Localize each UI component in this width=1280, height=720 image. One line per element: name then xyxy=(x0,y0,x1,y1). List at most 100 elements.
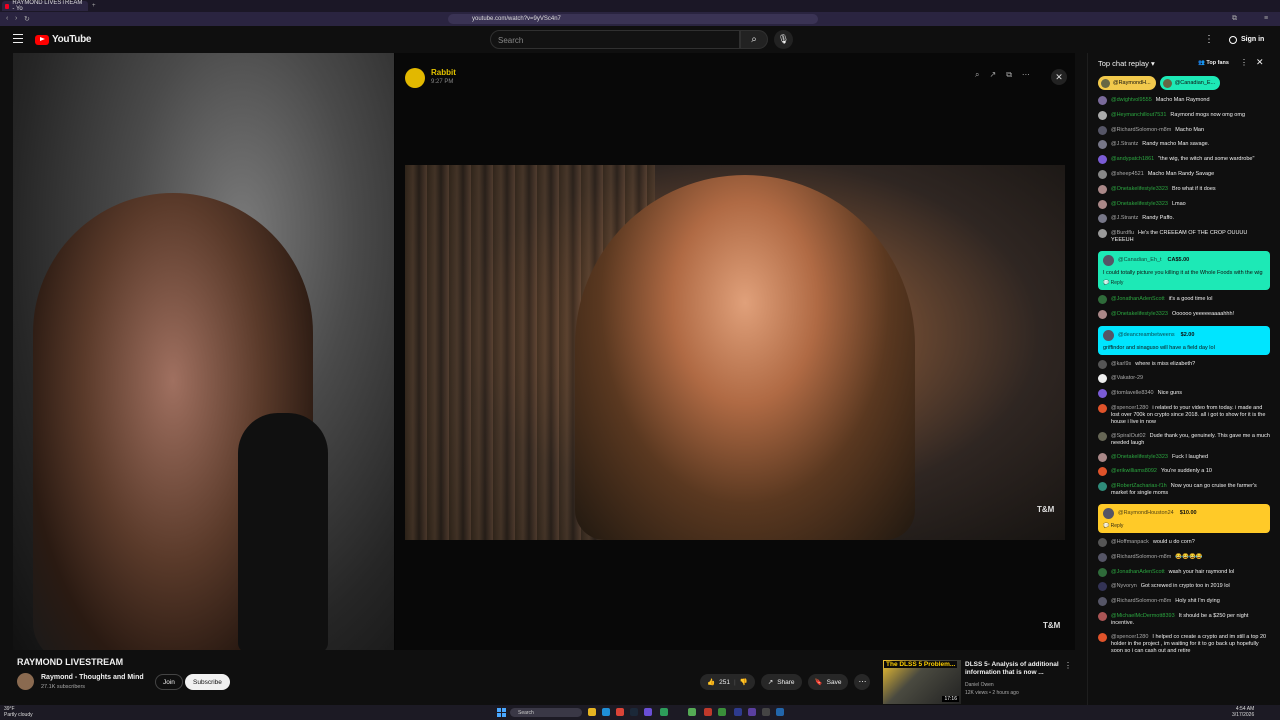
like-button[interactable]: 👍 251 | 👎 xyxy=(700,674,755,690)
windows-start-icon[interactable] xyxy=(497,708,506,717)
chat-message[interactable]: @J.Strantz Randy macho Man savage. xyxy=(1098,140,1270,150)
settings-menu-icon[interactable]: ⋮ xyxy=(1204,34,1214,45)
hamburger-menu-icon[interactable] xyxy=(13,34,23,43)
more-icon[interactable]: ⋯ xyxy=(1022,70,1030,80)
recommended-menu-icon[interactable]: ⋮ xyxy=(1064,661,1072,670)
search-button[interactable]: ⌕ xyxy=(740,30,768,49)
subscribe-button[interactable]: Subscribe xyxy=(185,674,230,690)
reply-button[interactable]: 💬 Reply xyxy=(1098,280,1270,290)
chat-message[interactable]: @spencer1280 I helped co create a crypto … xyxy=(1098,632,1270,655)
chat-author[interactable]: @RobertZacharias-f1h xyxy=(1111,483,1167,489)
taskbar-search[interactable]: Search xyxy=(510,708,582,717)
open-external-icon[interactable]: ⧉ xyxy=(1006,70,1012,80)
chat-message[interactable]: @erikwilliams8092 You're suddenly a 10 xyxy=(1098,467,1270,477)
pinned-user-chip[interactable]: @Canadian_E... xyxy=(1159,76,1221,90)
chat-message[interactable]: @Hoffmanpack would u do corn? xyxy=(1098,537,1270,547)
youtube-logo[interactable]: YouTube xyxy=(35,34,92,45)
chat-message[interactable]: @andypatch1861 "the wig, the witch and so… xyxy=(1098,155,1270,165)
chat-message[interactable]: @RichardSolomon-m8m Holy shit I'm dying xyxy=(1098,597,1270,607)
chat-mode-selector[interactable]: Top chat replay ▾ xyxy=(1098,59,1155,68)
chat-message[interactable]: @RobertZacharias-f1h Now you can go cruis… xyxy=(1098,482,1270,497)
chat-author[interactable]: @tomlavelle8340 xyxy=(1111,390,1154,396)
video-player[interactable]: Rabbit 9:27 PM ⌕ ↗ ⧉ ⋯ ✕ T&M T&M xyxy=(13,53,1075,650)
chat-author[interactable]: @J.Strantz xyxy=(1111,215,1138,221)
chat-author[interactable]: @JonathanAdenScott xyxy=(1111,296,1165,302)
chat-author[interactable]: @Vakator-29 xyxy=(1111,375,1143,381)
pinned-user-chip[interactable]: @RaymondH... xyxy=(1098,76,1156,90)
chat-message[interactable]: @Heymanchillout7531 Raymond mogs now omg … xyxy=(1098,110,1270,120)
app-icon[interactable] xyxy=(660,708,668,716)
recommended-channel[interactable]: Daniel Owen xyxy=(965,682,994,688)
chat-author[interactable]: @spencer1280 xyxy=(1111,634,1148,640)
close-icon[interactable]: ✕ xyxy=(1051,69,1067,85)
app-icon[interactable] xyxy=(776,708,784,716)
more-actions-icon[interactable]: ⋯ xyxy=(854,674,871,690)
back-icon[interactable]: ‹ xyxy=(6,15,8,22)
chat-author[interactable]: @RichardSolomon-m8m xyxy=(1111,598,1171,604)
app-icon[interactable] xyxy=(704,708,712,716)
zoom-icon[interactable]: ⌕ xyxy=(975,70,979,80)
chat-author[interactable]: @J.Strantz xyxy=(1111,141,1138,147)
thumbs-down-icon[interactable]: 👎 xyxy=(740,678,748,686)
chat-message[interactable]: @JonathanAdenScott wash your hair raymond… xyxy=(1098,567,1270,577)
chat-menu-icon[interactable]: ⋮ xyxy=(1240,58,1248,67)
chat-author[interactable]: @andypatch1861 xyxy=(1111,156,1154,162)
chat-author[interactable]: @Onetakelifestyle3323 xyxy=(1111,311,1168,317)
app-icon[interactable] xyxy=(644,708,652,716)
chat-message[interactable]: @Burdflu He's the CREEEAM OF THE CROP OUU… xyxy=(1098,229,1270,244)
chat-author[interactable]: @Onetakelifestyle3323 xyxy=(1111,201,1168,207)
chat-message[interactable]: @spencer1280 i related to your video from… xyxy=(1098,403,1270,426)
close-icon[interactable]: ✕ xyxy=(1256,57,1264,68)
chat-message[interactable]: @Onetakelifestyle3323 Lmao xyxy=(1098,199,1270,209)
save-button[interactable]: 🔖 Save xyxy=(807,674,849,690)
browser-tab[interactable]: RAYMOND LIVESTREAM - Yo xyxy=(2,0,88,12)
chat-message[interactable]: @Nyvoryn Got screwed in crypto too in 201… xyxy=(1098,582,1270,592)
channel-name[interactable]: Raymond - Thoughts and Mind xyxy=(41,674,144,681)
channel-avatar[interactable] xyxy=(17,673,34,690)
app-icon[interactable] xyxy=(748,708,756,716)
chat-message[interactable]: @dwightvol9555 Macho Man Raymond xyxy=(1098,96,1270,105)
superchat-author[interactable]: @RaymondHouston24 xyxy=(1118,510,1174,516)
superchat-author[interactable]: @deancreambetweens xyxy=(1118,332,1175,338)
share-button[interactable]: ↗ Share xyxy=(760,674,802,690)
sign-in-button[interactable]: Sign in xyxy=(1222,31,1271,48)
superchat-author[interactable]: @Canadian_Eh_t xyxy=(1118,257,1162,263)
chat-author[interactable]: @Hoffmanpack xyxy=(1111,539,1149,545)
join-button[interactable]: Join xyxy=(155,674,183,690)
chat-author[interactable]: @Nyvoryn xyxy=(1111,583,1137,589)
chrome-icon[interactable] xyxy=(616,708,624,716)
chat-author[interactable]: @Onetakelifestyle3323 xyxy=(1111,454,1168,460)
chat-message[interactable]: @MichaelMcDermott8393 It should be a $250… xyxy=(1098,611,1270,627)
search-input[interactable]: Search xyxy=(490,30,740,49)
top-fans-badge[interactable]: 👥 Top fans xyxy=(1198,60,1229,66)
chat-message[interactable]: @karl9s where is miss elizabeth? xyxy=(1098,359,1270,369)
edge-icon[interactable] xyxy=(602,708,610,716)
app-icon[interactable] xyxy=(734,708,742,716)
app-icon[interactable] xyxy=(688,708,696,716)
chat-message[interactable]: @sheep4521 Macho Man Randy Savage xyxy=(1098,169,1270,179)
chat-author[interactable]: @Heymanchillout7531 xyxy=(1111,112,1166,118)
chat-message[interactable]: @Onetakelifestyle3323 Bro what if it does xyxy=(1098,184,1270,194)
browser-menu-icon[interactable]: ≡ xyxy=(1264,15,1268,22)
reload-icon[interactable]: ↻ xyxy=(24,15,30,23)
share-icon[interactable]: ↗ xyxy=(989,70,996,80)
voice-search-button[interactable]: 🎙 xyxy=(774,30,793,49)
chat-author[interactable]: @karl9s xyxy=(1111,361,1131,367)
taskbar-clock[interactable]: 4:54 AM 3/17/2026 xyxy=(1232,706,1254,718)
chat-author[interactable]: @spencer1280 xyxy=(1111,405,1148,411)
chat-author[interactable]: @dwightvol9555 xyxy=(1111,97,1152,103)
new-tab-icon[interactable]: + xyxy=(92,3,96,9)
weather-widget[interactable]: 39°F Partly cloudy xyxy=(4,706,33,718)
superchat-card[interactable]: @RaymondHouston24 $10.00 💬 Reply xyxy=(1098,503,1270,533)
app-icon[interactable] xyxy=(718,708,726,716)
chat-author[interactable]: @erikwilliams8092 xyxy=(1111,468,1157,474)
extensions-icon[interactable]: ⧉ xyxy=(1232,15,1237,23)
url-field[interactable]: youtube.com/watch?v=9yVSc4n7 xyxy=(448,14,818,24)
reply-button[interactable]: 💬 Reply xyxy=(1098,523,1270,533)
forward-icon[interactable]: › xyxy=(15,15,17,22)
superchat-card[interactable]: @deancreambetweens $2.00 griffindor and si… xyxy=(1098,325,1270,355)
chat-message[interactable]: @tomlavelle8340 Nice guns xyxy=(1098,389,1270,399)
chat-message[interactable]: @SpiralOut02 Dude thank you, genuinely. T… xyxy=(1098,431,1270,447)
recommended-thumbnail[interactable]: The DLSS 5 Problem... 17:16 xyxy=(883,660,961,704)
superchat-card[interactable]: @Canadian_Eh_t CA$5.00 I could totally pic… xyxy=(1098,250,1270,290)
